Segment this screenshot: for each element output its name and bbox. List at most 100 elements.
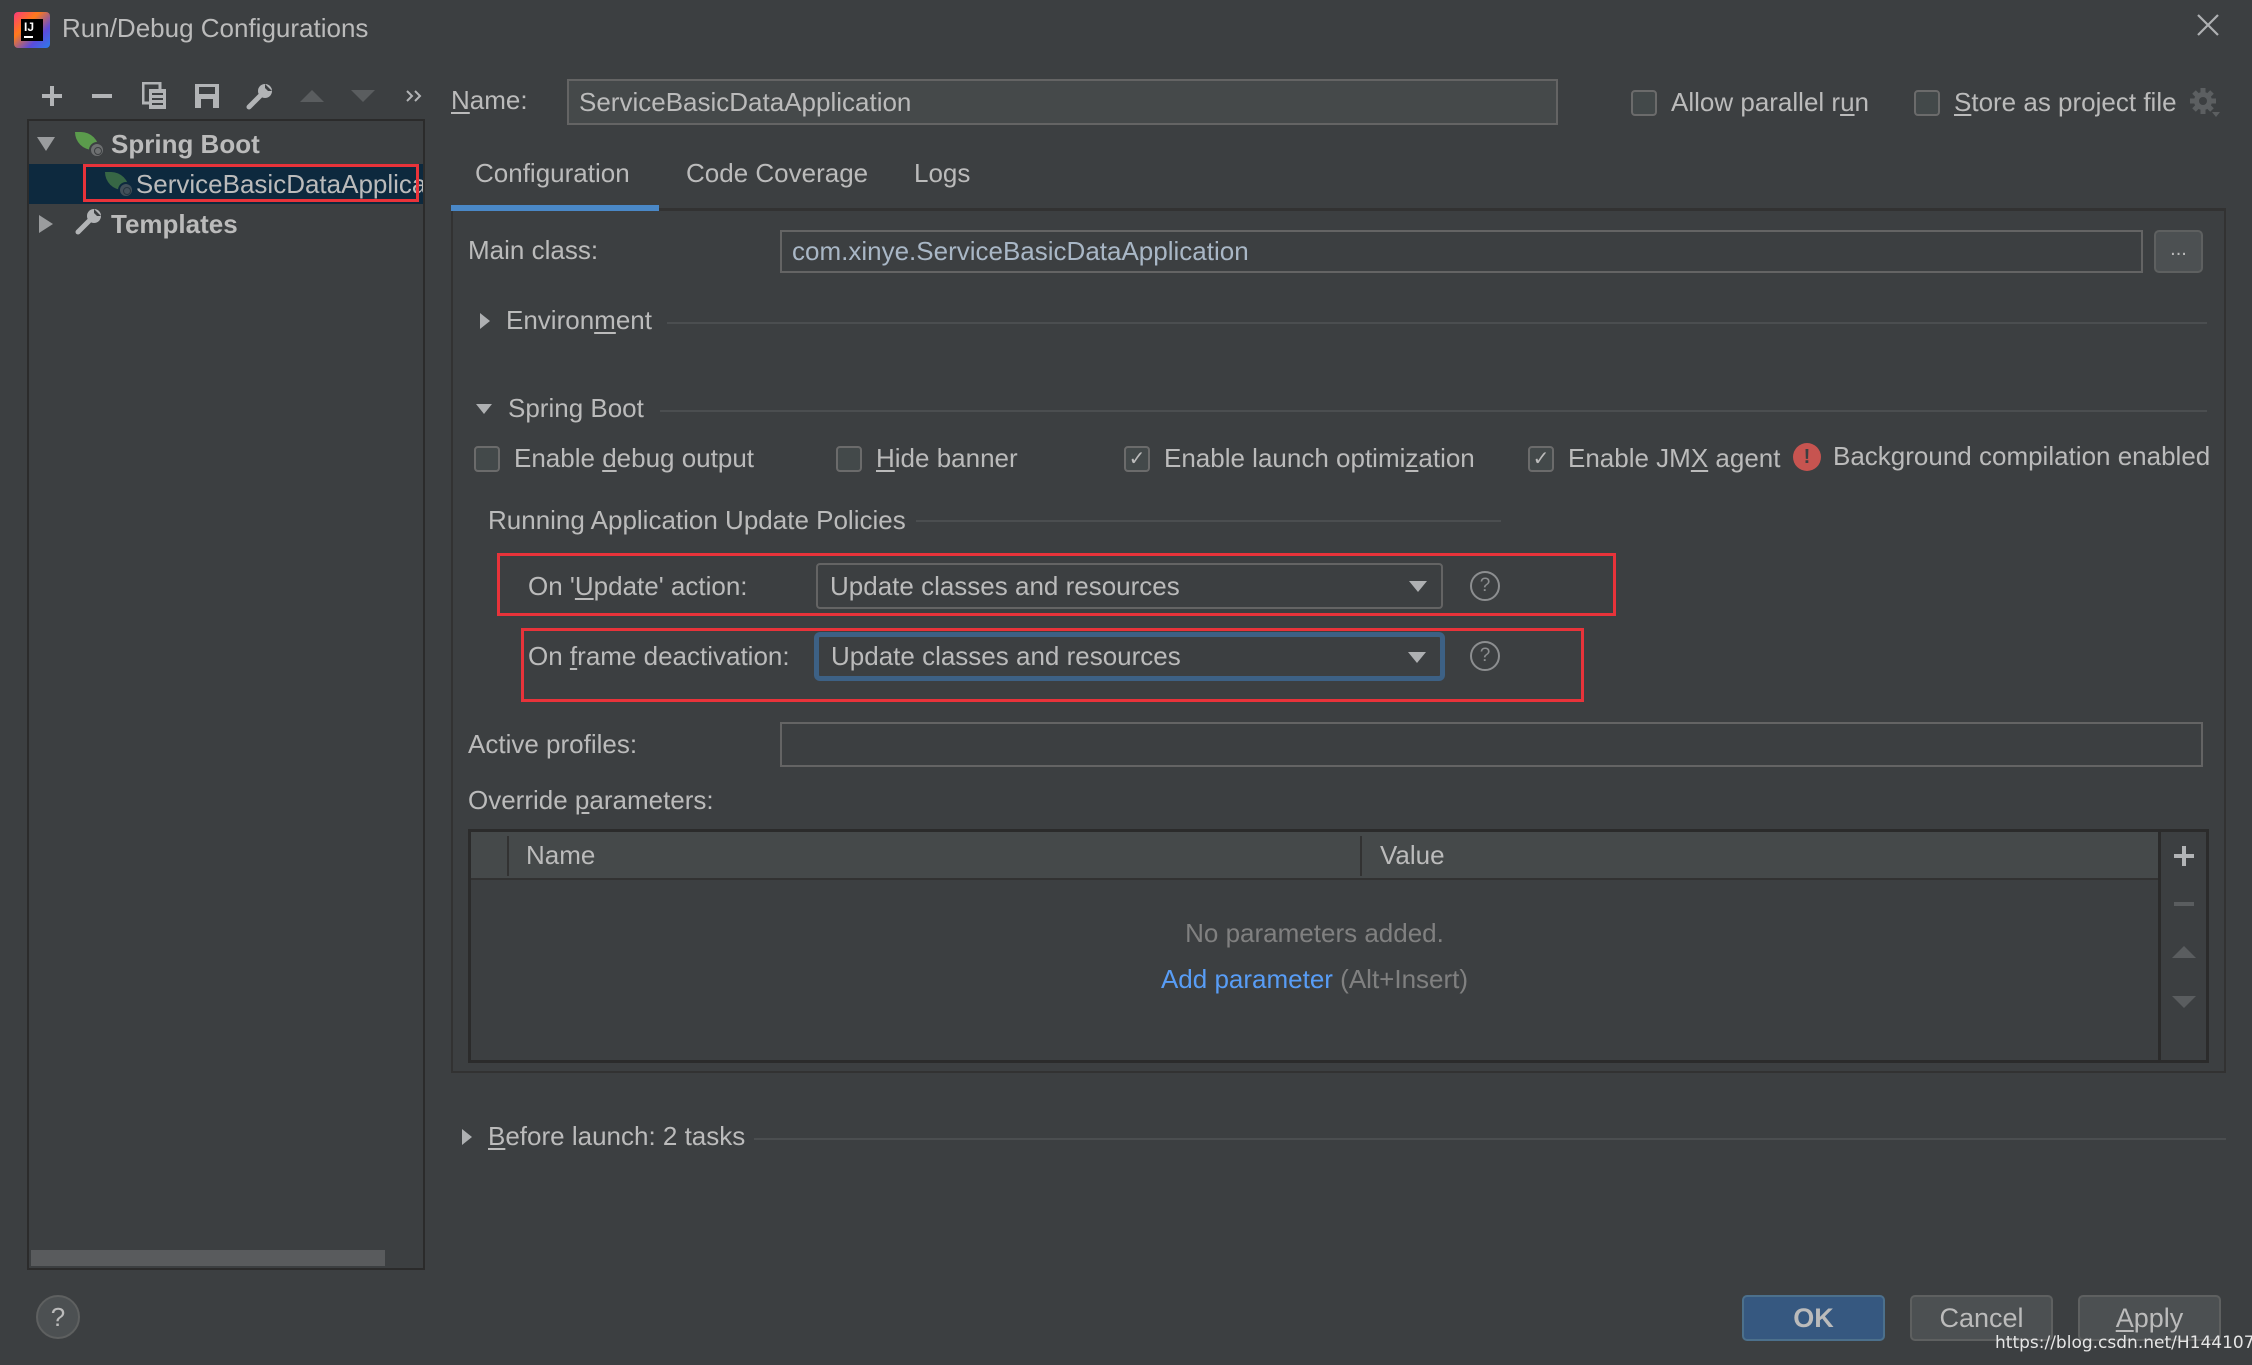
- move-row-down-button[interactable]: [2161, 982, 2206, 1022]
- enable-debug-output-label: Enable debug output: [514, 443, 755, 473]
- override-parameters-table[interactable]: Name Value No parameters added. Add para…: [468, 829, 2209, 1063]
- minus-icon: [92, 94, 112, 98]
- main-class-input[interactable]: com.xinye.ServiceBasicDataApplication: [780, 230, 2143, 273]
- allow-parallel-run-checkbox[interactable]: Allow parallel run: [1631, 87, 1869, 118]
- checkbox-box[interactable]: [836, 445, 862, 472]
- more-actions-button[interactable]: [396, 78, 432, 114]
- tree-horizontal-scrollbar[interactable]: [31, 1250, 385, 1266]
- settings-gear-button[interactable]: [2188, 86, 2220, 125]
- arrow-up-icon: [300, 90, 324, 102]
- update-policies-title: Running Application Update Policies: [488, 505, 906, 535]
- tree-item-label: Spring Boot: [111, 128, 260, 159]
- gear-icon: [2190, 88, 2220, 117]
- name-input[interactable]: ServiceBasicDataApplication: [567, 79, 1558, 125]
- tree-item-spring-boot[interactable]: Spring Boot: [29, 124, 423, 164]
- enable-jmx-agent-label: Enable JMX agent: [1568, 443, 1781, 473]
- add-parameter-shortcut: (Alt+Insert): [1340, 964, 1469, 994]
- save-icon: [195, 84, 219, 108]
- add-configuration-button[interactable]: [34, 78, 70, 114]
- enable-debug-output-checkbox[interactable]: Enable debug output: [474, 443, 754, 474]
- column-header-value[interactable]: Value: [1380, 832, 1445, 878]
- window-title: Run/Debug Configurations: [62, 13, 369, 43]
- expand-arrow-icon[interactable]: [39, 215, 53, 233]
- tab-code-coverage[interactable]: Code Coverage: [686, 158, 868, 189]
- on-update-action-label: On 'Update' action:: [528, 571, 748, 601]
- table-toolbar: [2158, 832, 2206, 1060]
- chevron-down-icon: [1409, 581, 1427, 592]
- spring-boot-section-label: Spring Boot: [508, 393, 644, 423]
- tree-item-service-basic-data-application[interactable]: ServiceBasicDataApplicat: [29, 164, 423, 204]
- separator: [916, 520, 1501, 522]
- plus-icon: [2173, 846, 2194, 866]
- hide-banner-checkbox[interactable]: Hide banner: [836, 443, 1018, 474]
- close-button[interactable]: [2190, 10, 2226, 46]
- remove-configuration-button[interactable]: [84, 78, 120, 114]
- edit-templates-button[interactable]: [242, 78, 278, 114]
- checkmark-icon[interactable]: ✓: [1528, 445, 1554, 472]
- move-row-up-button[interactable]: [2161, 932, 2206, 972]
- copy-icon: [142, 82, 166, 109]
- background-compilation-warning: ! Background compilation enabled: [1793, 441, 2210, 472]
- help-button[interactable]: ?: [36, 1295, 80, 1339]
- double-chevron-right-icon: [406, 90, 422, 102]
- column-header-name[interactable]: Name: [526, 832, 595, 878]
- intellij-logo-icon: IJ: [14, 12, 50, 48]
- store-as-project-file-label: Store as project file: [1954, 87, 2177, 117]
- tree-item-templates[interactable]: Templates: [29, 204, 423, 244]
- enable-launch-optimization-label: Enable launch optimization: [1164, 443, 1475, 473]
- enable-launch-optimization-checkbox[interactable]: ✓ Enable launch optimization: [1124, 443, 1475, 474]
- ok-button[interactable]: OK: [1742, 1295, 1885, 1341]
- dropdown-value: Update classes and resources: [830, 570, 1180, 601]
- active-profiles-label: Active profiles:: [468, 729, 638, 759]
- plus-icon: [42, 86, 62, 106]
- tab-configuration[interactable]: Configuration: [475, 158, 630, 189]
- checkbox-box[interactable]: [1631, 89, 1657, 116]
- checkbox-box[interactable]: [474, 445, 500, 472]
- environment-label: Environment: [506, 305, 652, 335]
- browse-main-class-button[interactable]: ...: [2154, 230, 2203, 273]
- highlight-box: [83, 164, 419, 202]
- on-update-action-dropdown[interactable]: Update classes and resources: [816, 563, 1443, 609]
- expand-arrow-icon[interactable]: [37, 137, 55, 151]
- configuration-tree[interactable]: Spring Boot ServiceBasicDataApplicat Tem…: [27, 119, 425, 1270]
- active-profiles-input[interactable]: [780, 722, 2203, 767]
- arrow-down-icon: [351, 90, 375, 102]
- chevron-down-icon: [1408, 651, 1426, 663]
- background-compilation-text: Background compilation enabled: [1833, 441, 2211, 471]
- dropdown-value: Update classes and resources: [831, 641, 1181, 671]
- on-frame-deactivation-label: On frame deactivation:: [528, 641, 790, 671]
- wrench-icon: [75, 207, 103, 242]
- close-icon: [2197, 14, 2219, 36]
- minus-icon: [2173, 902, 2194, 906]
- spring-boot-section-toggle[interactable]: Spring Boot: [476, 393, 644, 424]
- column-separator: [1360, 836, 1362, 876]
- checkbox-box[interactable]: [1914, 89, 1940, 116]
- hide-banner-label: Hide banner: [876, 443, 1018, 473]
- environment-section-toggle[interactable]: Environment: [480, 305, 652, 336]
- add-row-button[interactable]: [2161, 836, 2206, 876]
- main-class-label: Main class:: [468, 235, 599, 265]
- copy-configuration-button[interactable]: [137, 78, 173, 114]
- table-header: Name Value: [471, 832, 2158, 880]
- separator: [660, 410, 2207, 412]
- expand-arrow-icon: [462, 1128, 472, 1145]
- help-icon[interactable]: ?: [1470, 641, 1500, 671]
- add-parameter-link[interactable]: Add parameter: [1161, 964, 1333, 994]
- override-parameters-label: Override parameters:: [468, 785, 714, 815]
- tab-logs[interactable]: Logs: [914, 158, 970, 189]
- move-down-button[interactable]: [345, 78, 381, 114]
- checkmark-icon[interactable]: ✓: [1124, 445, 1150, 472]
- before-launch-section-toggle[interactable]: Before launch: 2 tasks: [462, 1121, 745, 1152]
- enable-jmx-agent-checkbox[interactable]: ✓ Enable JMX agent: [1528, 443, 1780, 474]
- move-up-button[interactable]: [294, 78, 330, 114]
- remove-row-button[interactable]: [2161, 884, 2206, 924]
- collapse-arrow-icon: [476, 403, 492, 414]
- arrow-up-icon: [2171, 946, 2196, 958]
- empty-table-text: No parameters added.: [1185, 918, 1444, 948]
- allow-parallel-run-label: Allow parallel run: [1671, 87, 1870, 117]
- save-configuration-button[interactable]: [189, 78, 225, 114]
- store-as-project-file-checkbox[interactable]: Store as project file: [1914, 87, 2177, 118]
- name-label: Name:: [451, 85, 528, 115]
- on-frame-deactivation-dropdown[interactable]: Update classes and resources: [816, 634, 1443, 679]
- help-icon[interactable]: ?: [1470, 571, 1500, 601]
